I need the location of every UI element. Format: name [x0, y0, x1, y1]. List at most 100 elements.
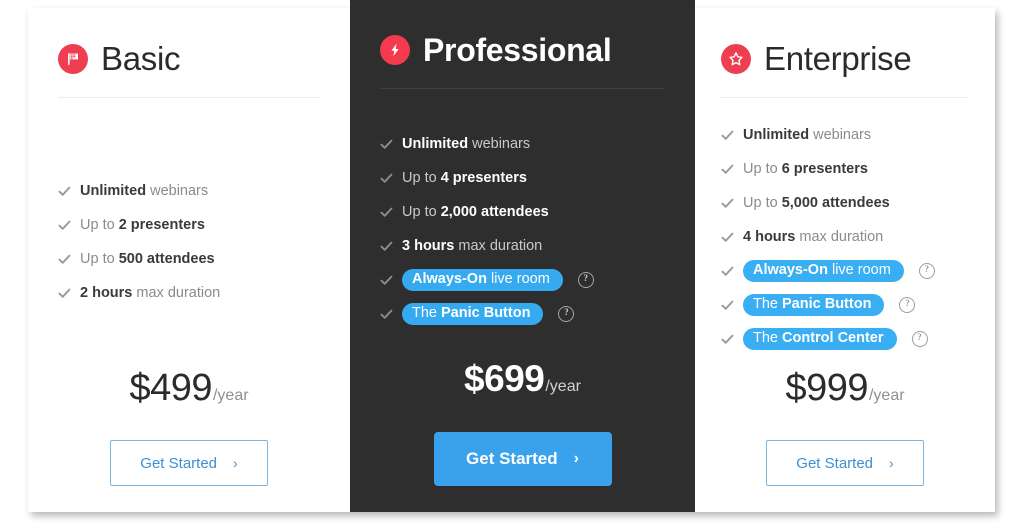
- pricing-card-enterprise: Enterprise Unlimited webinars Up to 6 pres…: [695, 8, 995, 512]
- check-icon: [721, 129, 734, 142]
- cta-container: Get Started ›: [721, 416, 969, 512]
- feature-prefix: Up to: [743, 161, 782, 177]
- header-divider: [58, 97, 320, 98]
- feature-item: Up to 2,000 attendees: [380, 195, 665, 229]
- feature-label: The Panic Button: [743, 293, 885, 317]
- help-tooltip-icon[interactable]: ?: [577, 272, 594, 288]
- get-started-button[interactable]: Get Started ›: [433, 432, 612, 486]
- feature-emphasis: Panic Button: [782, 295, 872, 312]
- chevron-right-icon: ›: [573, 450, 579, 467]
- feature-label: Up to 5,000 attendees: [743, 195, 890, 211]
- get-started-label: Get Started: [466, 449, 558, 468]
- feature-prefix: The: [412, 304, 442, 321]
- price-amount: $999: [785, 367, 868, 409]
- check-icon: [380, 274, 393, 287]
- feature-item: 4 hours max duration: [721, 220, 969, 254]
- check-icon: [721, 197, 734, 210]
- pricing-card-basic: Basic Unlimited webinars Up to 2 presenter…: [28, 8, 350, 512]
- get-started-button[interactable]: Get Started ›: [766, 440, 924, 486]
- price-period: /year: [868, 387, 905, 404]
- feature-emphasis: Always-On: [753, 261, 828, 278]
- feature-prefix: Up to: [80, 251, 119, 267]
- feature-item: The Control Center?: [721, 322, 969, 356]
- feature-label: Unlimited webinars: [743, 127, 871, 143]
- check-icon: [58, 219, 71, 232]
- feature-emphasis: 4 presenters: [440, 170, 527, 186]
- price-row: $999/year: [721, 367, 969, 416]
- card-header: Enterprise: [721, 42, 969, 75]
- feature-label: 2 hours max duration: [80, 285, 220, 301]
- help-tooltip-icon[interactable]: ?: [918, 263, 935, 279]
- feature-emphasis: Control Center: [782, 329, 884, 346]
- header-divider: [721, 97, 969, 98]
- get-started-button[interactable]: Get Started ›: [110, 440, 268, 486]
- check-icon: [380, 138, 393, 151]
- feature-emphasis: Unlimited: [402, 136, 469, 152]
- feature-label: Unlimited webinars: [80, 183, 208, 199]
- card-header: Basic: [58, 42, 320, 75]
- flag-icon: [58, 43, 88, 74]
- feature-item: Unlimited webinars: [380, 127, 665, 161]
- feature-label: The Control Center: [743, 327, 897, 351]
- card-header: Professional: [380, 34, 665, 66]
- feature-label: Up to 4 presenters: [402, 170, 527, 186]
- price-amount: $699: [464, 358, 545, 399]
- feature-emphasis: 4 hours: [743, 229, 796, 245]
- feature-item: Up to 5,000 attendees: [721, 186, 969, 220]
- feature-prefix: Up to: [743, 195, 782, 211]
- star-icon: [721, 43, 751, 74]
- check-icon: [58, 287, 71, 300]
- feature-label: The Panic Button: [402, 302, 544, 326]
- feature-emphasis: 5,000 attendees: [781, 195, 890, 211]
- feature-item: Up to 4 presenters: [380, 161, 665, 195]
- pricing-card-professional: Professional Unlimited webinars Up to 4 pr…: [350, 0, 695, 512]
- feature-suffix: live room: [486, 270, 550, 287]
- feature-list: Unlimited webinars Up to 6 presenters Up t…: [721, 118, 969, 356]
- feature-emphasis: Unlimited: [80, 183, 147, 199]
- check-icon: [380, 240, 393, 253]
- feature-item: Unlimited webinars: [721, 118, 969, 152]
- feature-prefix: The: [753, 329, 783, 346]
- get-started-label: Get Started: [796, 454, 874, 472]
- feature-emphasis: Unlimited: [743, 127, 810, 143]
- feature-emphasis: 2 hours: [80, 285, 133, 301]
- feature-prefix: Up to: [80, 217, 119, 233]
- feature-prefix: Up to: [402, 170, 441, 186]
- help-tooltip-icon[interactable]: ?: [911, 331, 928, 347]
- lightning-bolt-icon: [380, 35, 410, 65]
- feature-suffix: max duration: [132, 285, 221, 301]
- pricing-cards-container: Basic Unlimited webinars Up to 2 presenter…: [28, 0, 995, 512]
- feature-suffix: max duration: [795, 229, 884, 245]
- feature-emphasis: 2 presenters: [118, 217, 205, 233]
- check-icon: [380, 172, 393, 185]
- feature-emphasis: 3 hours: [402, 238, 455, 254]
- feature-suffix: live room: [827, 261, 891, 278]
- header-divider: [380, 88, 665, 89]
- feature-list: Unlimited webinars Up to 4 presenters Up t…: [380, 127, 665, 331]
- feature-item: Up to 2 presenters: [58, 208, 320, 242]
- check-icon: [380, 206, 393, 219]
- get-started-label: Get Started: [140, 454, 218, 472]
- check-icon: [58, 185, 71, 198]
- check-icon: [58, 253, 71, 266]
- help-tooltip-icon[interactable]: ?: [558, 306, 575, 322]
- check-icon: [721, 333, 734, 346]
- feature-emphasis: 500 attendees: [118, 251, 215, 267]
- feature-item: The Panic Button?: [380, 297, 665, 331]
- feature-item: Always-On live room?: [380, 263, 665, 297]
- price-period: /year: [212, 387, 249, 404]
- feature-label: Up to 6 presenters: [743, 161, 868, 177]
- price-row: $499/year: [58, 367, 320, 416]
- feature-emphasis: Panic Button: [441, 304, 531, 321]
- feature-prefix: Up to: [402, 204, 441, 220]
- pricing-table-figure: Basic Unlimited webinars Up to 2 presenter…: [0, 0, 1024, 527]
- feature-suffix: max duration: [454, 238, 543, 254]
- feature-label: 4 hours max duration: [743, 229, 883, 245]
- help-tooltip-icon[interactable]: ?: [899, 297, 916, 313]
- feature-label: Up to 500 attendees: [80, 251, 215, 267]
- feature-label: Up to 2,000 attendees: [402, 204, 549, 220]
- cta-container: Get Started ›: [58, 416, 320, 512]
- feature-item: Unlimited webinars: [58, 174, 320, 208]
- feature-item: Up to 6 presenters: [721, 152, 969, 186]
- feature-emphasis: 6 presenters: [781, 161, 868, 177]
